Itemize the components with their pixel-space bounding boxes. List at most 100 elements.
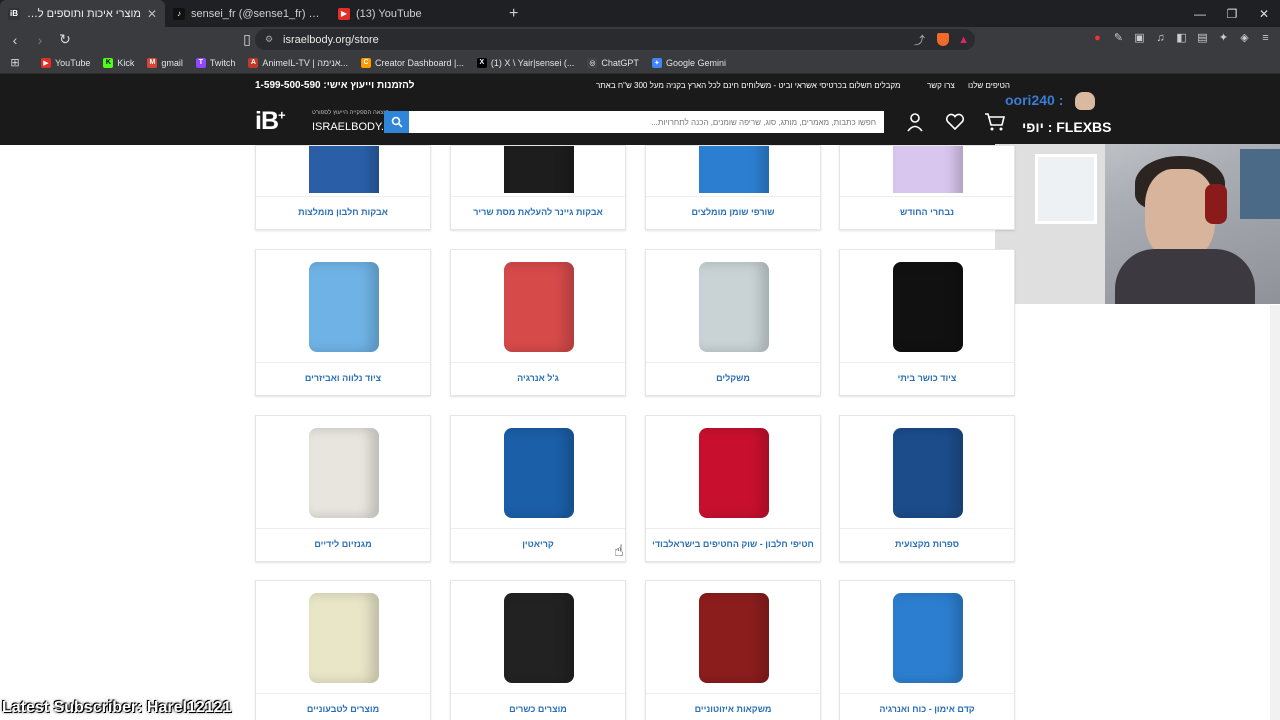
category-label[interactable]: אבקות גיינר להעלאת מסת שריר xyxy=(451,207,625,217)
category-label[interactable]: קריאטין xyxy=(451,539,625,549)
rewards-icon[interactable]: ▲ xyxy=(958,34,969,46)
account-icon[interactable] xyxy=(904,111,926,133)
category-label[interactable]: ספרות מקצועית xyxy=(840,539,1014,549)
search-icon xyxy=(391,116,403,128)
product-box-icon[interactable] xyxy=(860,146,995,193)
snack-market-banner-icon[interactable] xyxy=(666,421,801,525)
category-card[interactable]: אבקות חלבון מומלצות xyxy=(255,145,431,230)
energy-gel-icon[interactable] xyxy=(471,255,606,359)
bookmark-animeil[interactable]: A AnimeIL-TV | אנימה... xyxy=(248,57,348,68)
category-card[interactable]: שורפי שומן מומלצים xyxy=(645,145,821,230)
category-card[interactable]: קריאטין xyxy=(450,415,626,562)
sidebar-icon[interactable]: ◧ xyxy=(1175,31,1188,44)
category-label[interactable]: ציוד כושר ביתי xyxy=(840,373,1014,383)
category-label[interactable]: ג'ל אנרגיה xyxy=(451,373,625,383)
record-icon[interactable]: ● xyxy=(1091,31,1104,44)
book-icon[interactable] xyxy=(860,421,995,525)
vegan-gainer-tub-icon[interactable] xyxy=(276,586,411,690)
category-card[interactable]: ספרות מקצועית xyxy=(839,415,1015,562)
category-card[interactable]: ציוד נלווה ואביזרים xyxy=(255,249,431,396)
category-card[interactable]: משקלים xyxy=(645,249,821,396)
category-card[interactable]: משקאות איזוטוניים xyxy=(645,580,821,720)
bookmark-icon[interactable]: ▯ xyxy=(237,31,257,48)
bookmark-chatgpt[interactable]: ◎ ChatGPT xyxy=(587,57,639,68)
bookmark-x[interactable]: X (1) X \ Yair|sensei (... xyxy=(476,57,574,68)
maximize-icon[interactable]: ❐ xyxy=(1216,0,1248,27)
bookmark-label: Twitch xyxy=(209,57,236,68)
wallet-icon[interactable]: ▤ xyxy=(1196,31,1209,44)
close-tab-icon[interactable]: ✕ xyxy=(147,7,157,21)
minimize-icon[interactable]: — xyxy=(1184,0,1216,27)
share-icon[interactable]: ⤴ xyxy=(914,32,925,48)
contact-link[interactable]: צרו קשר xyxy=(927,81,955,90)
water-jug-icon[interactable] xyxy=(276,255,411,359)
media-icon[interactable]: ♫ xyxy=(1154,31,1167,44)
tips-link[interactable]: הטיפים שלנו xyxy=(968,81,1010,90)
category-card[interactable]: מגנזיום לידיים xyxy=(255,415,431,562)
menu-icon[interactable]: ≡ xyxy=(1259,31,1272,44)
wishlist-heart-icon[interactable] xyxy=(944,111,966,133)
page-scrollbar[interactable] xyxy=(1270,305,1280,720)
bookmark-youtube[interactable]: ▶ YouTube xyxy=(41,57,90,68)
category-card[interactable]: ציוד כושר ביתי xyxy=(839,249,1015,396)
category-label[interactable]: מוצרים לטבעוניים xyxy=(256,704,430,714)
category-label[interactable]: מוצרים כשרים xyxy=(451,704,625,714)
drink-mix-tub-icon[interactable] xyxy=(666,586,801,690)
category-label[interactable]: מגנזיום לידיים xyxy=(256,539,430,549)
search-input[interactable] xyxy=(409,111,884,133)
bookmark-kick[interactable]: K Kick xyxy=(103,57,134,68)
tab-youtube[interactable]: ▶ (13) YouTube xyxy=(330,0,495,27)
tab-israelbody[interactable]: iB מוצרי איכות ותוספים לכושר ופיתוח ✕ xyxy=(0,0,165,27)
category-card[interactable]: חטיפי חלבון - שוק החטיפים בישראלבודי xyxy=(645,415,821,562)
category-card[interactable]: מוצרים כשרים xyxy=(450,580,626,720)
category-card[interactable]: נבחרי החודש xyxy=(839,145,1015,230)
leo-icon[interactable]: ✦ xyxy=(1217,31,1230,44)
category-label[interactable]: ציוד נלווה ואביזרים xyxy=(256,373,430,383)
chalk-bag-icon[interactable] xyxy=(276,421,411,525)
url-text: israelbody.org/store xyxy=(283,33,379,46)
site-logo[interactable]: iB+ xyxy=(255,107,286,136)
vpn-icon[interactable]: ◈ xyxy=(1238,31,1251,44)
category-label[interactable]: משקלים xyxy=(646,373,820,383)
category-label[interactable]: נבחרי החודש xyxy=(840,207,1014,217)
chatgpt-icon: ◎ xyxy=(587,57,598,68)
whey-tub-icon[interactable] xyxy=(276,146,411,193)
bookmark-gmail[interactable]: Mgmail xyxy=(147,57,183,68)
extension-icon[interactable]: ✎ xyxy=(1112,31,1125,44)
jump-rope-icon[interactable] xyxy=(860,255,995,359)
supplement-bottle-icon[interactable] xyxy=(666,146,801,193)
category-label[interactable]: חטיפי חלבון - שוק החטיפים בישראלבודי xyxy=(646,539,820,549)
screenshot-icon[interactable]: ▣ xyxy=(1133,31,1146,44)
category-label[interactable]: אבקות חלבון מומלצות xyxy=(256,207,430,217)
new-tab-button[interactable]: + xyxy=(509,5,518,23)
cart-icon[interactable] xyxy=(984,111,1006,133)
prowhey-tub-icon[interactable] xyxy=(471,586,606,690)
brave-shield-icon[interactable] xyxy=(937,33,949,46)
bookmark-creator-dashboard[interactable]: C Creator Dashboard |... xyxy=(361,57,464,68)
category-label[interactable]: משקאות איזוטוניים xyxy=(646,704,820,714)
address-toolbar: ‹ › ↻ ▯ ⚙ israelbody.org/store ⤴ ▲ ● ✎ ▣… xyxy=(0,27,1280,52)
category-card[interactable]: ג'ל אנרגיה xyxy=(450,249,626,396)
category-card[interactable]: מוצרים לטבעוניים xyxy=(255,580,431,720)
bathroom-scale-icon[interactable] xyxy=(666,255,801,359)
bookmark-twitch[interactable]: T Twitch xyxy=(195,57,236,68)
apps-grid-icon[interactable]: ⊞ xyxy=(5,56,25,69)
category-card[interactable]: אבקות גיינר להעלאת מסת שריר xyxy=(450,145,626,230)
preworkout-bottle-icon[interactable] xyxy=(860,586,995,690)
category-card[interactable]: קדם אימון - כוח ואנרגיה xyxy=(839,580,1015,720)
mass-gainer-bag-icon[interactable] xyxy=(471,146,606,193)
back-icon[interactable]: ‹ xyxy=(5,32,25,48)
reload-icon[interactable]: ↻ xyxy=(55,31,75,48)
close-window-icon[interactable]: ✕ xyxy=(1248,0,1280,27)
phone-line[interactable]: להזמנות וייעוץ אישי: 1-599-500-590 xyxy=(255,80,414,91)
url-bar[interactable]: ⚙ israelbody.org/store ⤴ ▲ xyxy=(255,29,975,50)
category-label[interactable]: קדם אימון - כוח ואנרגיה xyxy=(840,704,1014,714)
tab-tiktok[interactable]: ♪ sensei_fr (@sense1_fr) | TikTok xyxy=(165,0,330,27)
bookmark-gemini[interactable]: ✦ Google Gemini xyxy=(651,57,726,68)
category-label[interactable]: שורפי שומן מומלצים xyxy=(646,207,820,217)
forward-icon[interactable]: › xyxy=(30,32,50,48)
animeil-icon: A xyxy=(248,57,259,68)
site-info-icon[interactable]: ⚙ xyxy=(265,34,273,45)
search-button[interactable] xyxy=(384,111,409,133)
creatine-tub-icon[interactable] xyxy=(471,421,606,525)
